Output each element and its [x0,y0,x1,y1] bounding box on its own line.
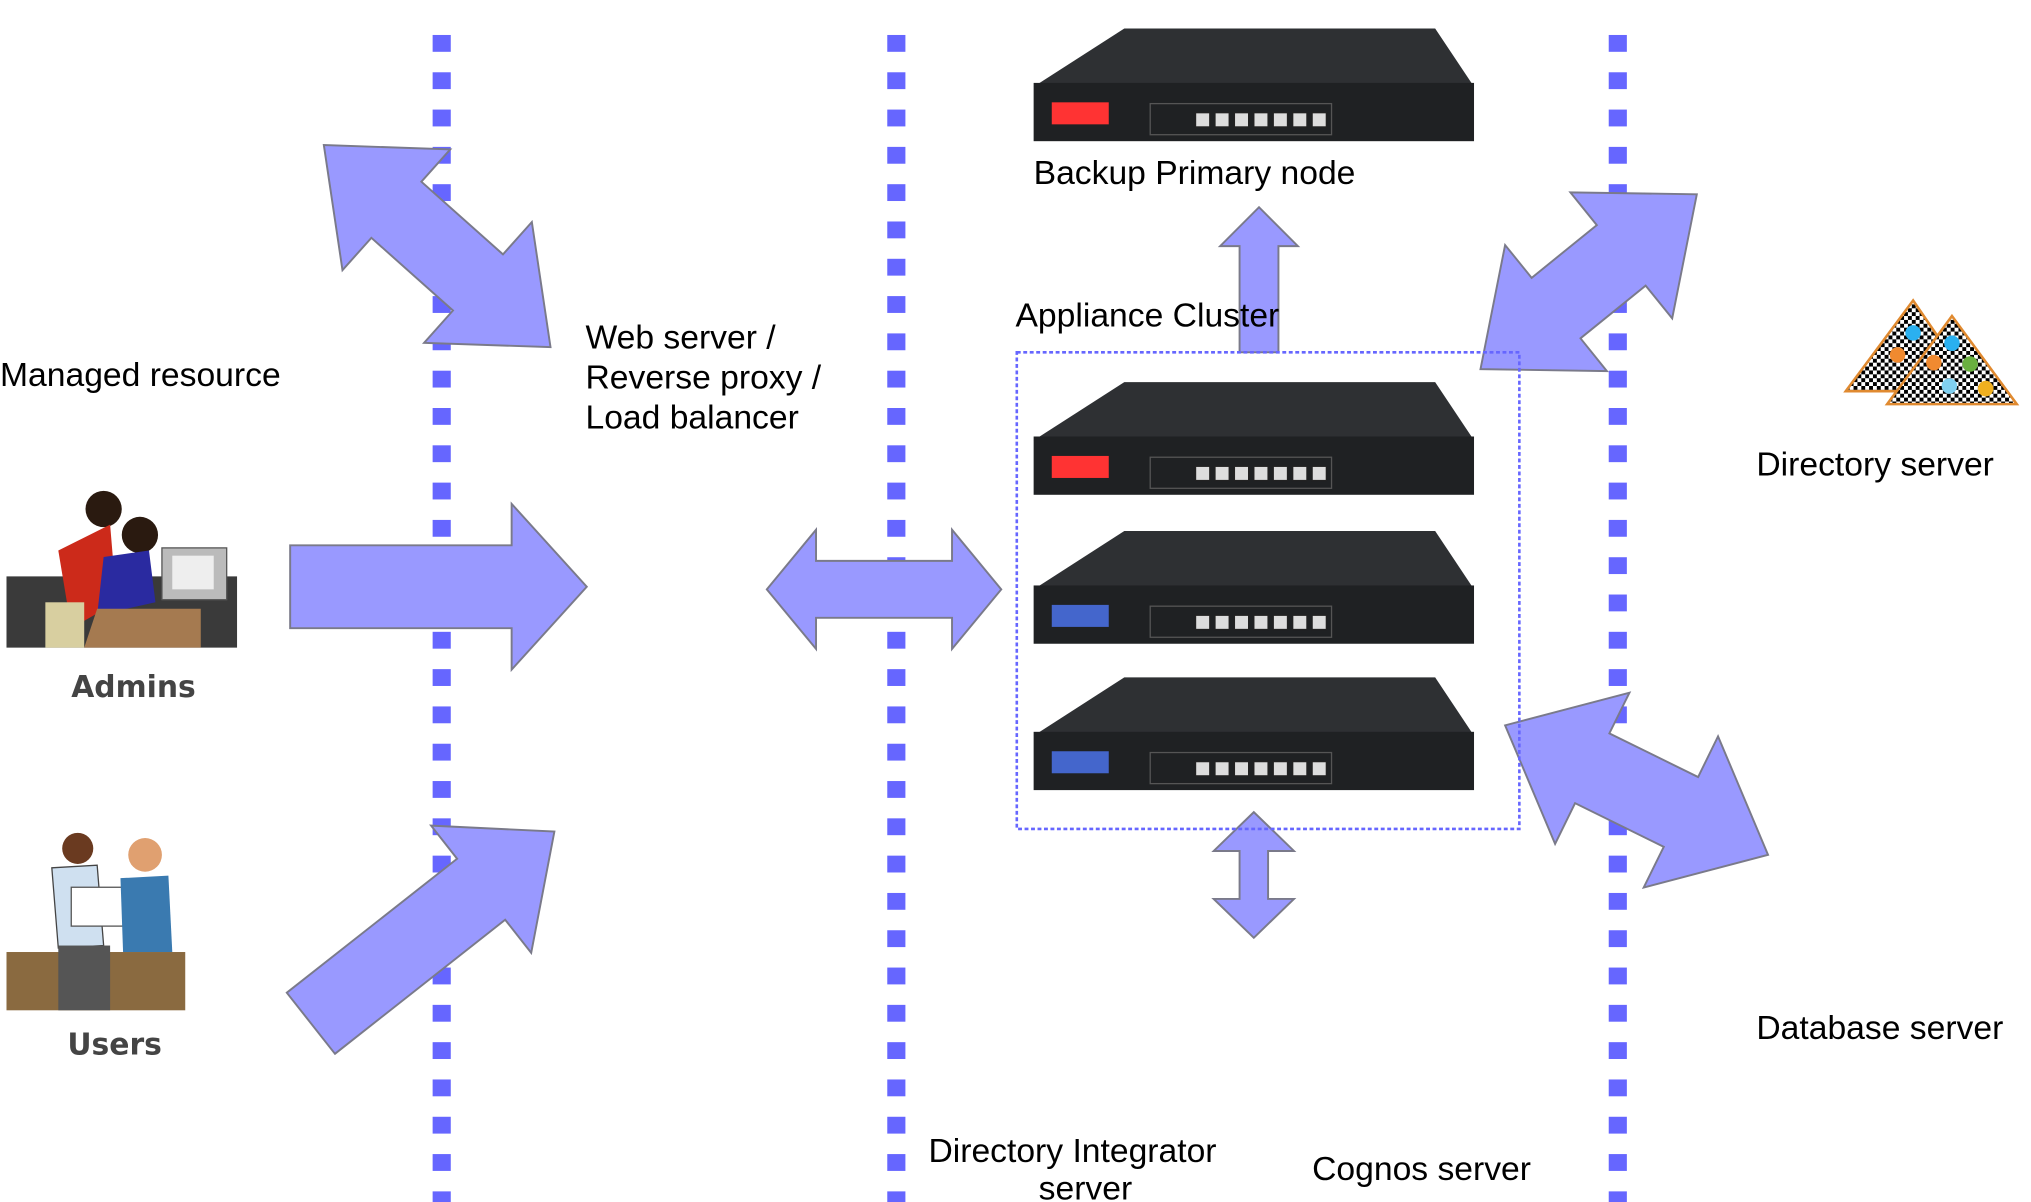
managed-resource-arrow [322,144,552,349]
directory-server-arrow [1479,191,1698,373]
proxy-cluster-arrow [765,527,1003,652]
appliance-server-icon [1033,28,1475,142]
appliance-servers [1033,28,1475,791]
admins-people-icon [6,490,238,648]
users-arrow [285,824,556,1056]
web-server-label-line1: Web server / [585,319,776,356]
directory-server-label: Directory server [1756,446,1994,483]
web-server-label-line2: Reverse proxy / [585,360,821,397]
managed-resource-label: Managed resource [0,357,281,394]
web-server-label-line3: Load balancer [585,400,798,437]
appliance-cluster-label: Appliance Cluster [1016,297,1280,334]
backup-primary-node-label: Backup Primary node [1034,155,1356,192]
cognos-server-label: Cognos server [1312,1151,1531,1188]
directory-integrator-label-line2: server [1039,1170,1133,1202]
directory-integrator-label-line1: Directory Integrator [928,1133,1216,1170]
directory-tree-icon [1843,298,2020,406]
users-people-icon [6,832,186,1011]
admins-label: Admins [71,670,196,705]
connection-arrows [285,144,1770,1056]
appliance-server-icon [1033,531,1475,644]
architecture-diagram: Admins Users Backup Primary node Applian… [0,28,2020,1202]
integrator-cognos-arrow [1211,810,1297,940]
appliance-server-icon [1033,677,1475,791]
database-server-label: Database server [1756,1010,2003,1047]
database-server-arrow [1503,691,1770,889]
appliance-server-icon [1033,382,1475,495]
users-label: Users [67,1027,162,1062]
